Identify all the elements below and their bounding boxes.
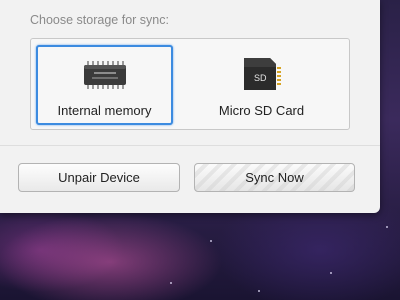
unpair-device-button[interactable]: Unpair Device <box>18 163 180 192</box>
star <box>330 272 332 274</box>
storage-prompt: Choose storage for sync: <box>30 13 169 27</box>
storage-option-label: Internal memory <box>57 103 152 118</box>
divider <box>0 145 380 146</box>
sd-icon-text: SD <box>254 73 267 83</box>
sync-panel: Choose storage for sync: Internal memory <box>0 0 380 213</box>
star <box>210 240 212 242</box>
memory-chip-icon <box>83 61 127 94</box>
sync-now-button[interactable]: Sync Now <box>194 163 355 192</box>
storage-option-micro-sd[interactable]: SD Micro SD Card <box>193 45 330 125</box>
star <box>386 226 388 228</box>
star <box>258 290 260 292</box>
sd-card-icon: SD <box>242 57 284 96</box>
storage-option-label: Micro SD Card <box>218 103 305 118</box>
star <box>170 282 172 284</box>
storage-option-internal-memory[interactable]: Internal memory <box>36 45 173 125</box>
storage-selector: Internal memory SD Micro SD Card <box>30 38 350 130</box>
